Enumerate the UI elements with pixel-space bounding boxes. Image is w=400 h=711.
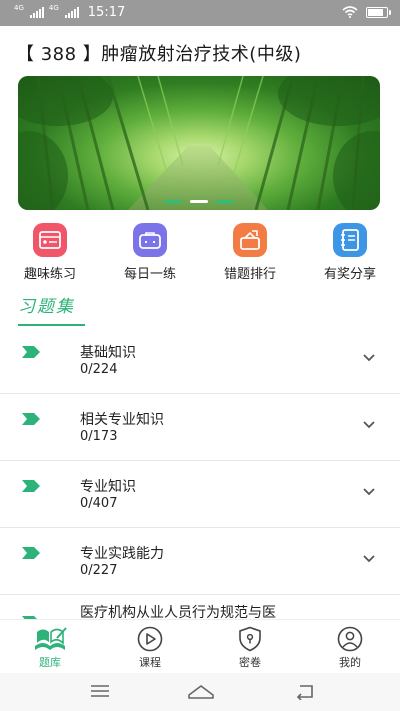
network-type-1: 4G bbox=[14, 4, 24, 12]
network-type-2: 4G bbox=[48, 4, 59, 12]
tab-label: 密卷 bbox=[239, 656, 261, 669]
section-title: 习题集 bbox=[18, 297, 75, 317]
banner-image bbox=[18, 76, 380, 210]
page-title: 【 388 】肿瘤放射治疗技术(中级) bbox=[16, 44, 302, 65]
flag-icon bbox=[22, 480, 40, 492]
banner-carousel[interactable] bbox=[18, 76, 380, 210]
tab-profile[interactable]: 我的 bbox=[315, 626, 385, 670]
exercise-set-row[interactable]: 相关专业知识 0/173 bbox=[0, 393, 400, 461]
tab-label: 我的 bbox=[339, 656, 361, 669]
ranking-icon bbox=[233, 223, 267, 257]
back-icon[interactable] bbox=[294, 684, 316, 700]
battery-icon bbox=[366, 6, 391, 18]
exercise-set-row[interactable]: 医疗机构从业人员行为规范与医 bbox=[0, 594, 400, 620]
quick-action-daily-practice[interactable]: 每日一练 bbox=[110, 223, 190, 282]
signal-icon bbox=[64, 7, 79, 18]
exercise-set-name: 基础知识 bbox=[80, 345, 136, 361]
carousel-dot[interactable] bbox=[164, 200, 182, 203]
tab-courses[interactable]: 课程 bbox=[115, 626, 185, 670]
carousel-dot-active[interactable] bbox=[190, 200, 208, 203]
quick-action-label: 错题排行 bbox=[223, 267, 276, 282]
quick-action-label: 每日一练 bbox=[123, 267, 176, 282]
chevron-down-icon[interactable] bbox=[362, 551, 376, 565]
flag-icon bbox=[22, 547, 40, 559]
tab-question-bank[interactable]: 题库 bbox=[15, 626, 85, 670]
exercise-set-row[interactable]: 专业知识 0/407 bbox=[0, 460, 400, 528]
quick-action-share-reward[interactable]: 有奖分享 bbox=[310, 223, 390, 282]
exercise-set-progress: 0/227 bbox=[80, 563, 118, 578]
bottom-tab-bar: 题库 课程 密卷 我的 bbox=[0, 619, 400, 673]
quick-action-fun-practice[interactable]: 趣味练习 bbox=[10, 223, 90, 282]
status-time: 15:17 bbox=[87, 5, 126, 20]
exercise-set-name: 专业知识 bbox=[80, 479, 136, 495]
profile-icon bbox=[337, 626, 363, 652]
menu-icon[interactable] bbox=[90, 684, 110, 698]
exercise-set-progress: 0/407 bbox=[80, 496, 118, 511]
carousel-dot[interactable] bbox=[216, 200, 234, 203]
exercise-set-row[interactable]: 专业实践能力 0/227 bbox=[0, 527, 400, 595]
carousel-indicator bbox=[18, 200, 380, 203]
flag-icon bbox=[22, 346, 40, 358]
notebook-icon bbox=[333, 223, 367, 257]
exercise-set-progress: 0/224 bbox=[80, 362, 118, 377]
play-icon bbox=[137, 626, 163, 652]
exercise-set-progress: 0/173 bbox=[80, 429, 118, 444]
flag-icon bbox=[22, 413, 40, 425]
exercise-set-name: 专业实践能力 bbox=[80, 546, 164, 562]
status-bar: 4G 4G 15:17 bbox=[0, 0, 400, 26]
system-nav-bar bbox=[0, 673, 400, 711]
quick-action-label: 趣味练习 bbox=[23, 267, 76, 282]
tab-label: 课程 bbox=[139, 656, 161, 669]
chevron-down-icon[interactable] bbox=[362, 417, 376, 431]
home-icon[interactable] bbox=[187, 684, 215, 700]
chevron-down-icon[interactable] bbox=[362, 484, 376, 498]
exercise-set-row[interactable]: 基础知识 0/224 bbox=[0, 326, 400, 394]
lock-shield-icon bbox=[239, 626, 261, 652]
quiz-icon bbox=[33, 223, 67, 257]
chevron-down-icon[interactable] bbox=[362, 350, 376, 364]
tab-label: 题库 bbox=[39, 656, 61, 669]
briefcase-icon bbox=[133, 223, 167, 257]
wifi-icon bbox=[342, 6, 358, 18]
quick-actions: 趣味练习 每日一练 错题排行 有奖分享 bbox=[0, 223, 400, 283]
signal-icon bbox=[29, 7, 44, 18]
quick-action-label: 有奖分享 bbox=[323, 267, 376, 282]
exercise-set-name: 相关专业知识 bbox=[80, 412, 164, 428]
books-icon bbox=[35, 627, 67, 650]
quick-action-wrong-ranking[interactable]: 错题排行 bbox=[210, 223, 290, 282]
exercise-set-name: 医疗机构从业人员行为规范与医 bbox=[80, 605, 276, 620]
tab-secret-papers[interactable]: 密卷 bbox=[215, 626, 285, 670]
